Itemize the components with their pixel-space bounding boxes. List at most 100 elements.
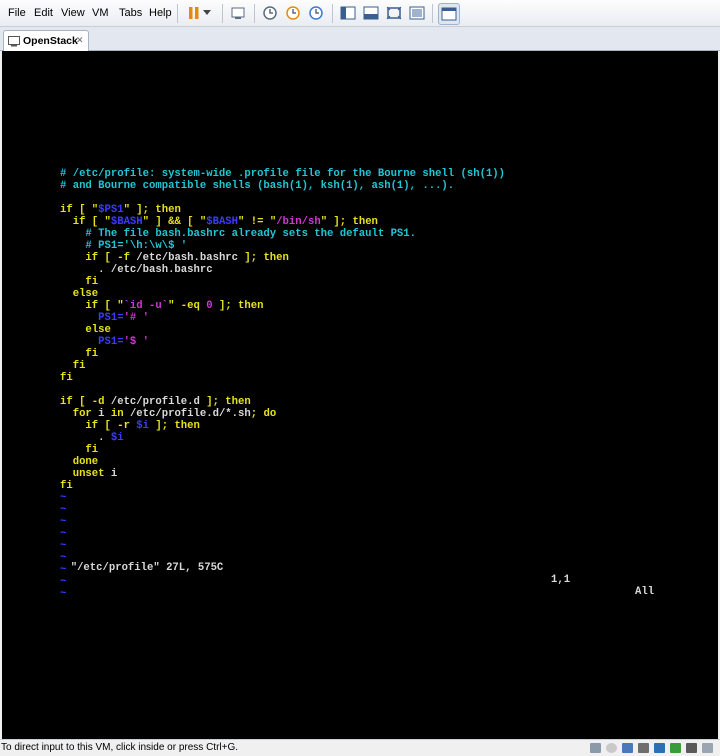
terminal-line: fi (60, 276, 505, 288)
terminal-line: # The file bash.bashrc already sets the … (60, 228, 505, 240)
terminal-token: /bin/sh (276, 216, 321, 228)
display-icon[interactable] (686, 743, 697, 753)
close-icon[interactable]: ✕ (76, 35, 84, 46)
unity-icon[interactable] (438, 3, 460, 25)
terminal-token: ]; then (149, 420, 200, 432)
terminal-token: /etc/profile.d/*.sh (129, 408, 251, 420)
terminal-token: . /etc/bash.bashrc (60, 264, 213, 276)
terminal-token: ]; then (199, 396, 251, 408)
terminal-line: ~ (60, 528, 505, 540)
terminal-line: # PS1='\h:\w\$ ' (60, 240, 505, 252)
terminal-token: fi (60, 480, 73, 492)
menu-bar: File Edit View VM Tabs Help (0, 0, 720, 27)
terminal-line: for i in /etc/profile.d/*.sh; do (60, 408, 505, 420)
terminal-line: done (60, 456, 505, 468)
menu-vm[interactable]: VM (92, 7, 109, 19)
terminal-token: fi (60, 276, 99, 288)
message-icon[interactable] (702, 743, 713, 753)
terminal-line: if [ "$BASH" ] && [ "$BASH" != "/bin/sh"… (60, 216, 505, 228)
terminal-token: `id -u` (123, 300, 169, 312)
revert-snapshot-icon[interactable] (283, 3, 303, 23)
cursor-position: 1,1 (551, 574, 571, 586)
terminal-line: unset i (60, 468, 505, 480)
menu-file[interactable]: File (8, 7, 26, 19)
terminal-token: ~ (60, 504, 67, 516)
terminal-token: fi (60, 348, 99, 360)
terminal-token: unset (60, 468, 111, 480)
terminal-token: # and Bourne compatible shells (bash(1),… (60, 180, 455, 192)
terminal-token: " ] && [ " (142, 216, 207, 228)
vm-console[interactable]: # /etc/profile: system-wide .profile fil… (2, 51, 718, 739)
snapshot-icon[interactable] (260, 3, 280, 23)
tab-bar: OpenStack ✕ (0, 27, 720, 51)
terminal-token: " -eq (168, 300, 207, 312)
terminal-line: ~ (60, 504, 505, 516)
terminal-token: $i (110, 432, 124, 444)
menu-help[interactable]: Help (149, 7, 172, 19)
terminal-line: PS1='$ ' (60, 336, 505, 348)
terminal-token: /etc/bash.bashrc (136, 252, 239, 264)
sound-icon[interactable] (670, 743, 681, 753)
menu-view[interactable]: View (61, 7, 85, 19)
sidebar-view-icon[interactable] (338, 3, 358, 23)
terminal-line: # and Bourne compatible shells (bash(1),… (60, 180, 505, 192)
terminal-line: # /etc/profile: system-wide .profile fil… (60, 168, 505, 180)
terminal-line: fi (60, 480, 505, 492)
terminal-line: ~ (60, 492, 505, 504)
terminal-token: if [ -d (60, 396, 111, 408)
terminal-token: $BASH (110, 216, 143, 228)
send-keys-icon[interactable] (228, 3, 248, 23)
terminal-token: . (60, 432, 111, 444)
printer-icon[interactable] (638, 743, 649, 753)
terminal-token: else (60, 288, 99, 300)
terminal-token: PS1= (60, 336, 124, 348)
terminal-token: ~ (60, 528, 67, 540)
terminal-line: if [ "`id -u`" -eq 0 ]; then (60, 300, 505, 312)
chevron-down-icon[interactable] (201, 3, 213, 23)
snapshot-manager-icon[interactable] (306, 3, 326, 23)
status-bar: To direct input to this VM, click inside… (0, 739, 720, 756)
terminal-line: fi (60, 372, 505, 384)
full-screen-icon[interactable] (407, 3, 427, 23)
terminal-line: fi (60, 348, 505, 360)
terminal-token: '$ ' (123, 336, 150, 348)
terminal-token: for (60, 408, 99, 420)
hdd-icon[interactable] (590, 743, 601, 753)
usb-icon[interactable] (654, 743, 665, 753)
terminal-line: if [ -f /etc/bash.bashrc ]; then (60, 252, 505, 264)
terminal-token: else (60, 324, 111, 336)
tab-openstack[interactable]: OpenStack ✕ (3, 30, 89, 51)
terminal-line: ~ (60, 516, 505, 528)
terminal-token: " != " (238, 216, 277, 228)
terminal-text: # /etc/profile: system-wide .profile fil… (60, 168, 505, 600)
console-view-icon[interactable] (361, 3, 381, 23)
terminal-line: PS1='# ' (60, 312, 505, 324)
terminal-token: in (104, 408, 130, 420)
terminal-token: done (60, 456, 99, 468)
file-info: "/etc/profile" 27L, 575C (70, 562, 224, 574)
terminal-token: i (110, 468, 118, 480)
terminal-line: if [ -r $i ]; then (60, 420, 505, 432)
menu-tabs[interactable]: Tabs (119, 7, 142, 19)
terminal-token: fi (60, 360, 86, 372)
terminal-token: if [ " (60, 300, 124, 312)
vim-status-line: "/etc/profile" 27L, 575C 1,1 All (58, 550, 678, 598)
cd-icon[interactable] (606, 743, 617, 753)
terminal-line: fi (60, 360, 505, 372)
menu-edit[interactable]: Edit (34, 7, 53, 19)
terminal-token: # /etc/profile: system-wide .profile fil… (60, 168, 506, 180)
terminal-token: # PS1='\h:\w\$ ' (60, 240, 188, 252)
terminal-token: $BASH (206, 216, 239, 228)
tab-label: OpenStack (23, 35, 78, 47)
terminal-token: ; do (250, 408, 277, 420)
terminal-token: fi (60, 444, 99, 456)
fit-window-icon[interactable] (384, 3, 404, 23)
input-hint: To direct input to this VM, click inside… (1, 742, 239, 753)
terminal-token: " ]; then (123, 204, 181, 216)
terminal-line: fi (60, 444, 505, 456)
terminal-line: . $i (60, 432, 505, 444)
network-icon[interactable] (622, 743, 633, 753)
terminal-token: ]; then (238, 252, 289, 264)
